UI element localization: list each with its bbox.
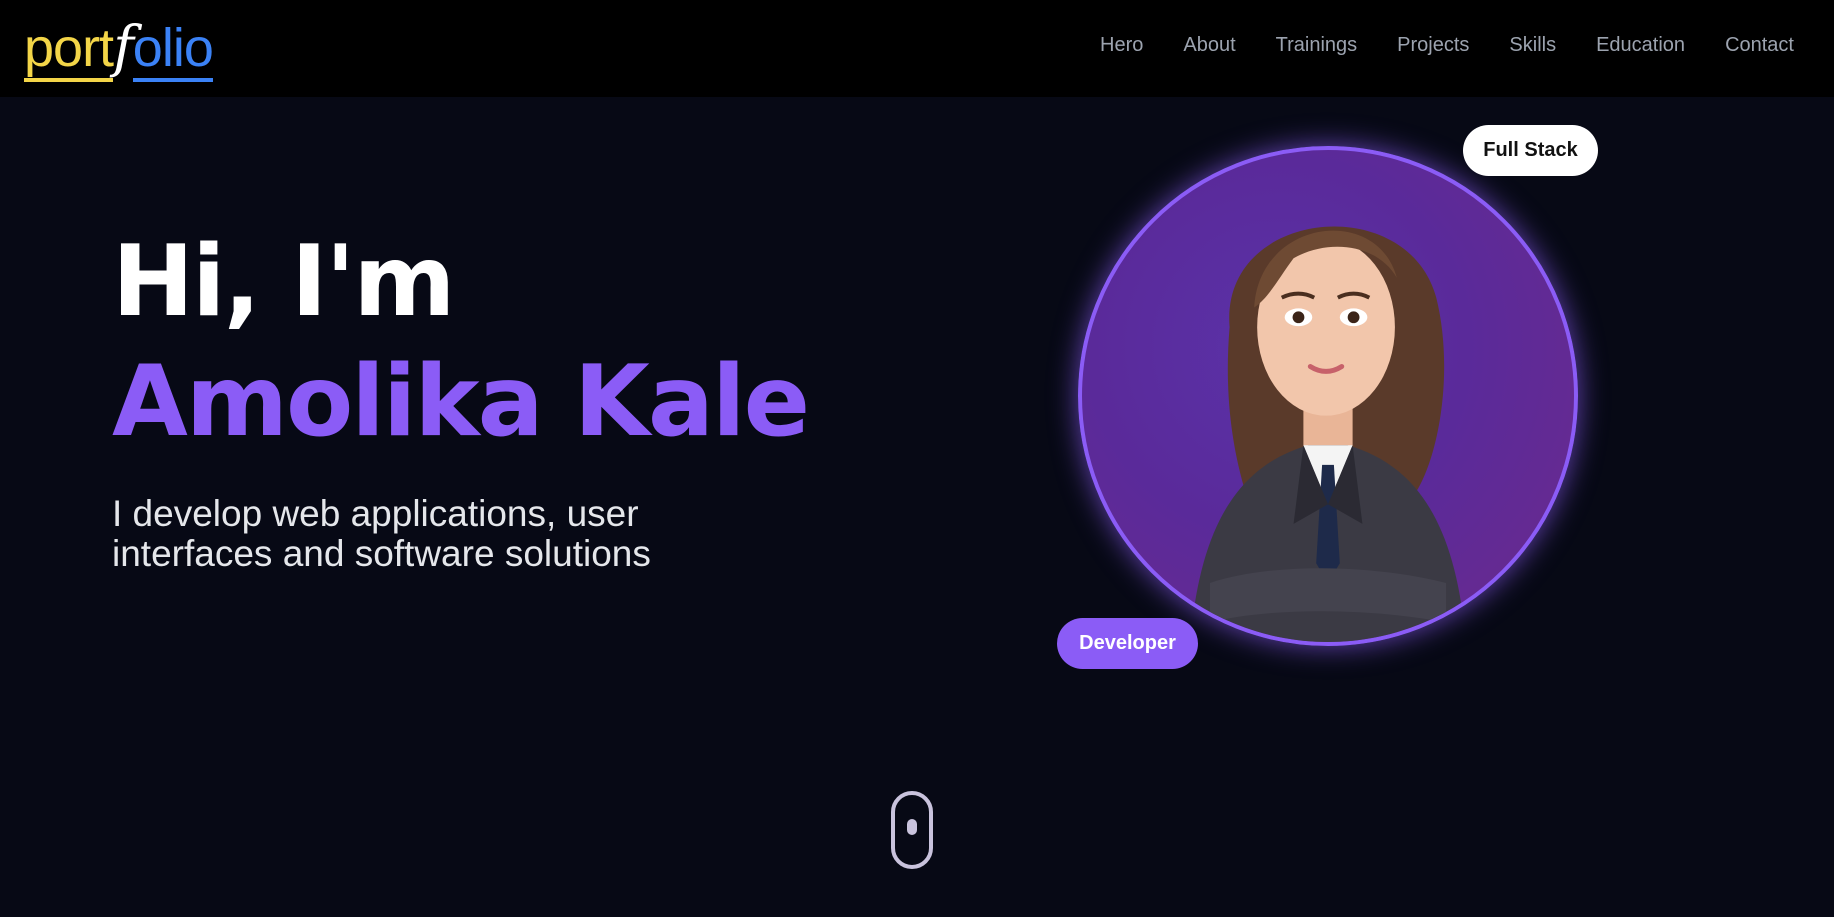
nav-link-contact[interactable]: Contact	[1725, 34, 1794, 56]
hero-title: Hi, I'm Amolika Kale	[112, 222, 892, 462]
nav-links: Hero About Trainings Projects Skills Edu…	[1100, 34, 1794, 57]
hero-first-name: Amolika	[112, 345, 544, 459]
nav-link-about[interactable]: About	[1183, 34, 1235, 56]
avatar-illustration	[1190, 226, 1466, 642]
mouse-scroll-icon[interactable]	[891, 791, 933, 869]
logo-part-f: f	[113, 15, 134, 80]
nav-link-skills[interactable]: Skills	[1509, 34, 1556, 56]
hero-subtitle: I develop web applications, user interfa…	[112, 493, 651, 574]
nav-link-hero[interactable]: Hero	[1100, 34, 1143, 56]
hero-greeting: Hi, I'm	[112, 225, 456, 339]
logo[interactable]: portfolio	[24, 15, 214, 82]
nav-link-trainings[interactable]: Trainings	[1276, 34, 1358, 56]
badge-full-stack: Full Stack	[1463, 125, 1598, 176]
mouse-wheel-icon	[907, 819, 917, 835]
logo-part-port: port	[24, 18, 114, 82]
nav-link-projects[interactable]: Projects	[1397, 34, 1469, 56]
hero-last-name: Kale	[573, 345, 810, 459]
avatar-frame	[1078, 146, 1578, 646]
logo-part-olio: olio	[132, 18, 214, 82]
nav-link-education[interactable]: Education	[1596, 34, 1685, 56]
badge-developer: Developer	[1057, 618, 1198, 669]
navbar: portfolio Hero About Trainings Projects …	[0, 0, 1834, 97]
